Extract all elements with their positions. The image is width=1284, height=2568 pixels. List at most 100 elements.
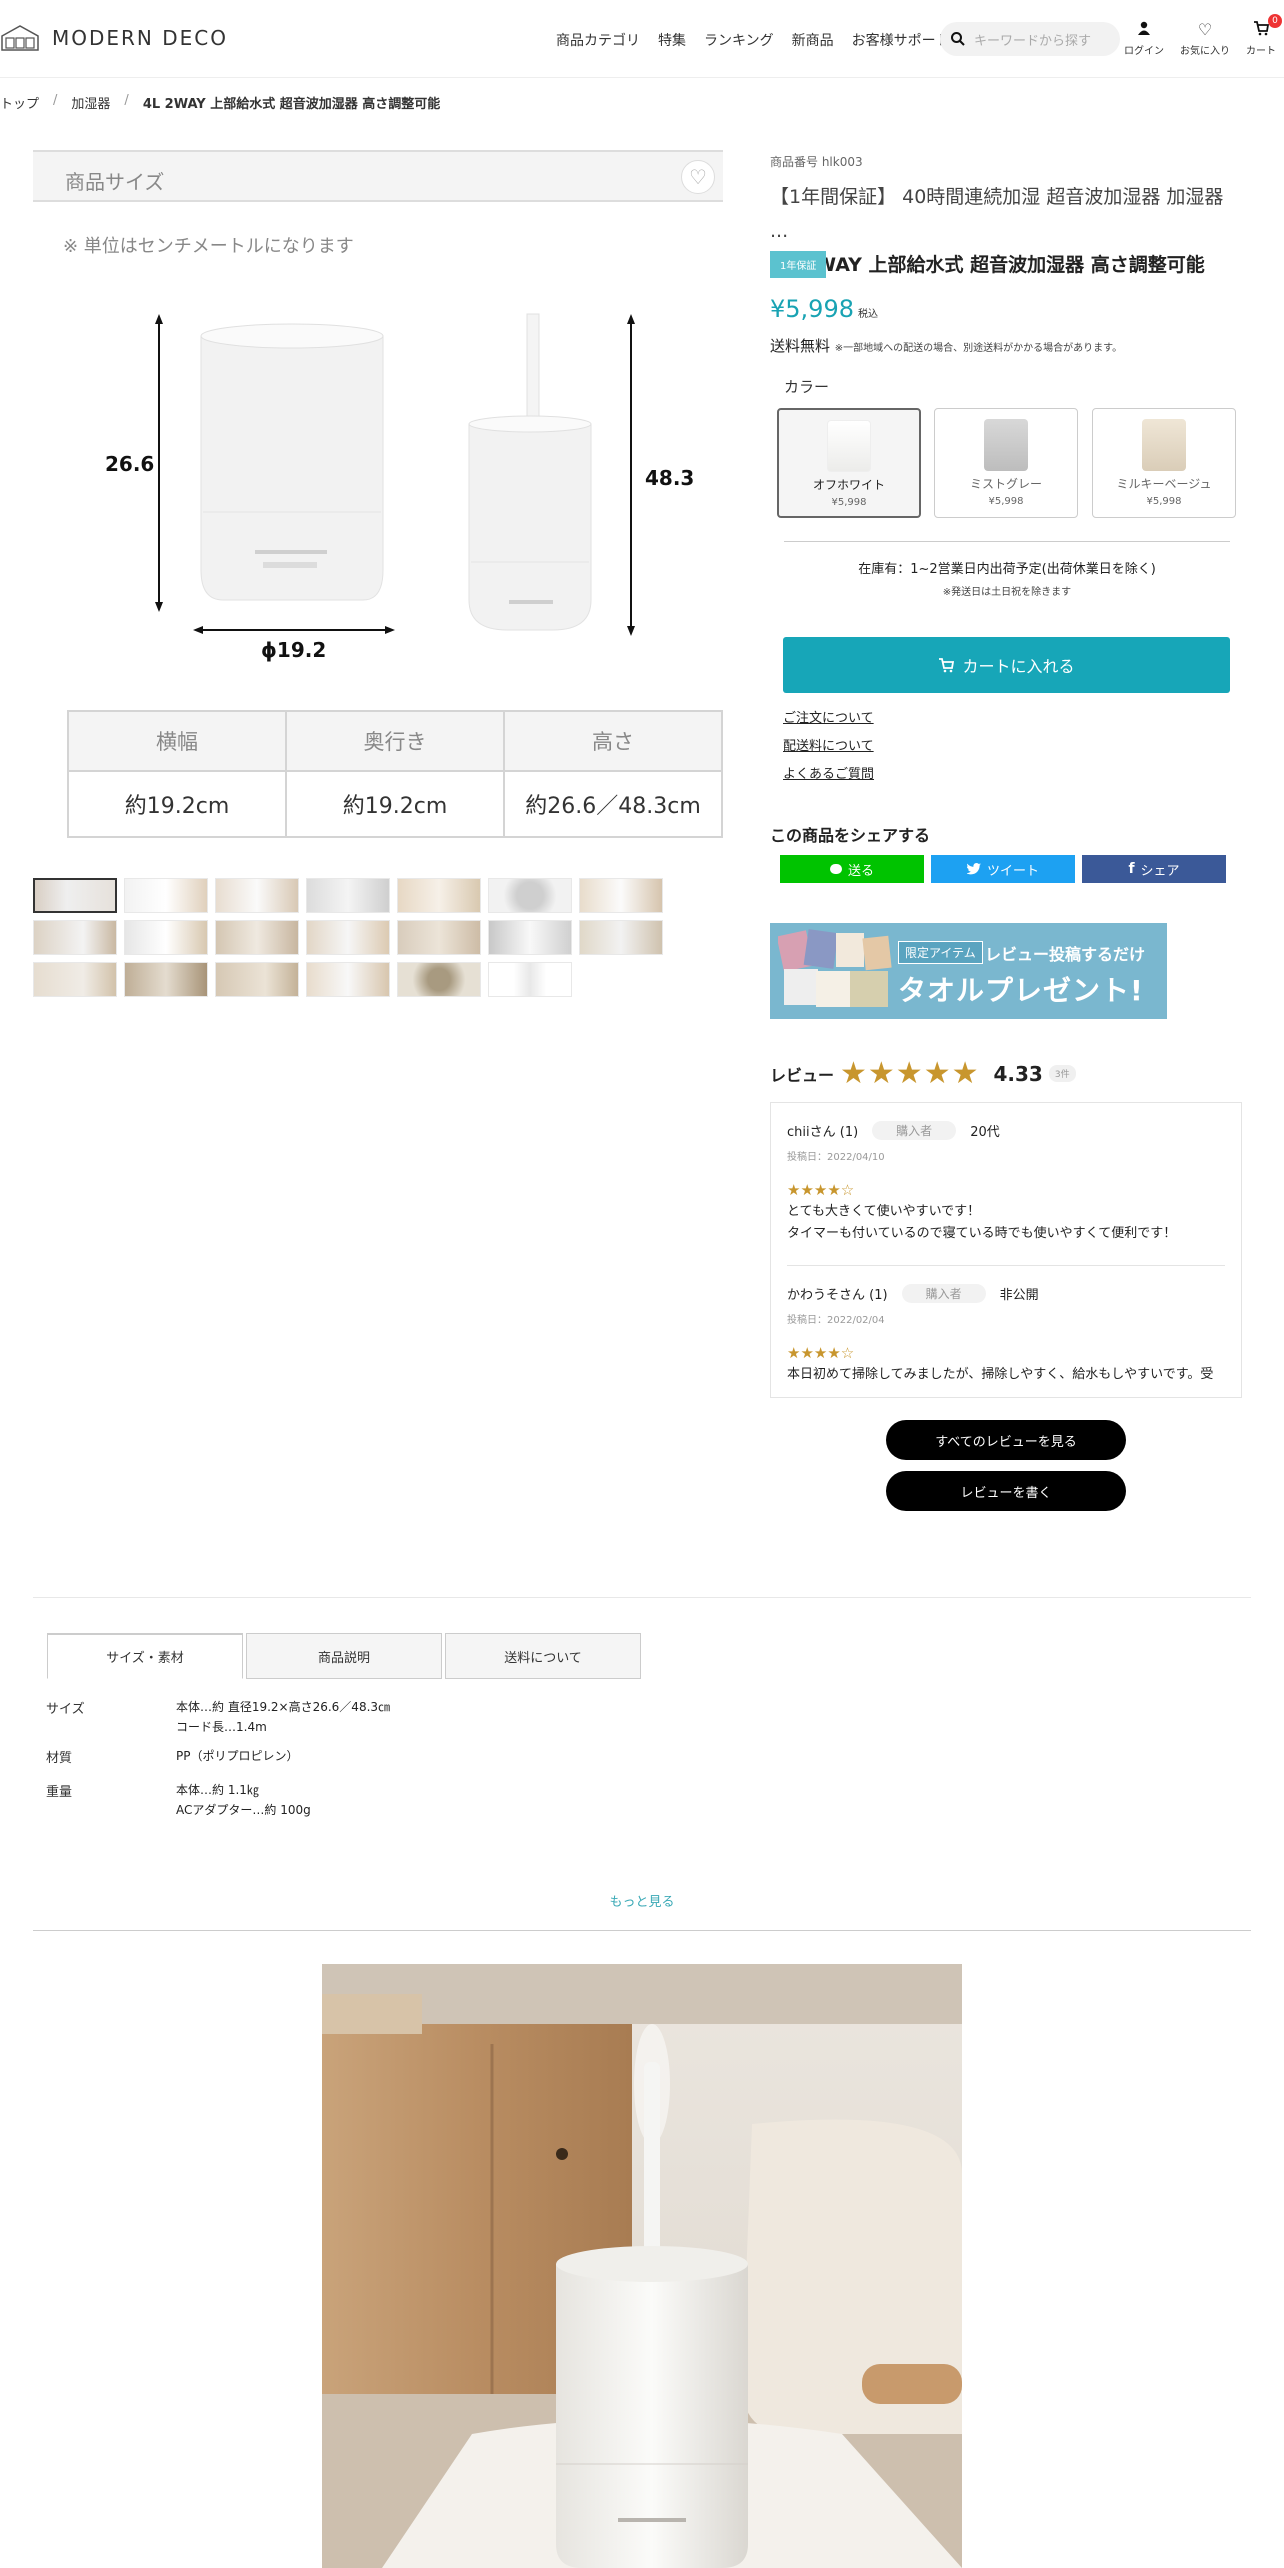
product-title-line1: 【1年間保証】 40時間連続加湿 超音波加湿器 加湿器 ...: [770, 186, 1224, 242]
spec-line: PP（ポリプロピレン）: [176, 1749, 299, 1763]
color-option-offwhite[interactable]: オフホワイト ¥5,998: [777, 408, 921, 518]
house-logo-icon: [1, 25, 39, 51]
buyer-badge: 購入者: [872, 1121, 957, 1140]
review-label: レビュー: [770, 1065, 835, 1085]
product-title-line2: 4L 2WAY 上部給水式 超音波加湿器 高さ調整可能: [770, 254, 1205, 276]
spec-value-weight: 本体…約 1.1㎏ ACアダプター…約 100g: [176, 1780, 311, 1820]
main-nav: 商品カテゴリ 特集 ランキング 新商品 お客様サポート: [556, 30, 950, 50]
thumbnail[interactable]: [579, 878, 663, 913]
dim-header-width: 横幅: [67, 710, 287, 772]
favorites-button[interactable]: ♡ お気に入り: [1180, 20, 1230, 57]
shipping-fee-link[interactable]: 配送料について: [783, 735, 874, 754]
divider: [33, 1930, 1251, 1931]
breadcrumb-separator: /: [124, 93, 129, 108]
thumbnail[interactable]: [488, 878, 572, 913]
favorite-heart-icon[interactable]: ♡: [681, 160, 715, 194]
tab-description[interactable]: 商品説明: [246, 1633, 442, 1679]
color-price: ¥5,998: [831, 497, 867, 508]
facebook-share-label: シェア: [1140, 863, 1180, 879]
review-item: かわうそさん (1) 購入者 非公開 投稿日：2022/02/04 ★★★★☆ …: [787, 1284, 1225, 1386]
cart-count-badge: 0: [1268, 14, 1282, 28]
color-swatch-image: [984, 419, 1028, 471]
thumbnail[interactable]: [33, 878, 117, 913]
spec-line: コード長…1.4m: [176, 1720, 267, 1734]
all-reviews-button[interactable]: すべてのレビューを見る: [886, 1420, 1126, 1460]
cart-icon: 0: [1236, 14, 1284, 42]
spec-value-size: 本体…約 直径19.2×高さ26.6／48.3㎝ コード長…1.4m: [176, 1697, 390, 1737]
thumbnail[interactable]: [124, 878, 208, 913]
site-logo[interactable]: MODERN DECO: [0, 24, 228, 52]
review-count: 3件: [1048, 1065, 1076, 1082]
cart-icon: [939, 658, 955, 673]
dim-header-height: 高さ: [503, 710, 723, 772]
thumbnail[interactable]: [397, 878, 481, 913]
login-button[interactable]: ログイン: [1119, 20, 1169, 57]
size-panel-title: 商品サイズ: [65, 170, 165, 194]
dimension-table: 横幅 奥行き 高さ 約19.2cm 約19.2cm 約26.6／48.3cm: [67, 710, 723, 838]
nav-item-support[interactable]: お客様サポート: [852, 30, 950, 50]
color-label: カラー: [784, 378, 830, 396]
facebook-share-button[interactable]: f シェア: [1082, 855, 1226, 883]
reviewer-name: chiiさん (1): [787, 1125, 859, 1140]
color-option-mistgray[interactable]: ミストグレー ¥5,998: [934, 408, 1078, 518]
thumbnail[interactable]: [33, 920, 117, 955]
thumbnail[interactable]: [124, 920, 208, 955]
dim-value-width: 約19.2cm: [67, 770, 287, 838]
thumbnail[interactable]: [215, 962, 299, 997]
write-review-button[interactable]: レビューを書く: [886, 1471, 1126, 1511]
color-swatch-image: [1142, 419, 1186, 471]
thumbnail[interactable]: [579, 920, 663, 955]
thumbnail[interactable]: [306, 920, 390, 955]
thumbnail[interactable]: [397, 920, 481, 955]
thumbnail[interactable]: [488, 962, 572, 997]
tab-size-material[interactable]: サイズ・素材: [47, 1633, 243, 1679]
dim-value-depth: 約19.2cm: [285, 770, 505, 838]
tab-shipping[interactable]: 送料について: [445, 1633, 641, 1679]
nav-item-category[interactable]: 商品カテゴリ: [556, 30, 640, 50]
color-price: ¥5,998: [988, 496, 1024, 507]
thumbnail[interactable]: [215, 878, 299, 913]
breadcrumb-humidifier[interactable]: 加湿器: [71, 93, 110, 112]
nav-item-ranking[interactable]: ランキング: [704, 30, 774, 50]
thumbnail[interactable]: [215, 920, 299, 955]
banner-tag: 限定アイテム: [898, 941, 983, 964]
stock-note: ※発送日は土日祝を除きます: [942, 587, 1072, 598]
size-panel-header: 商品サイズ ♡: [33, 150, 723, 202]
search-input[interactable]: キーワードから探す: [940, 22, 1120, 56]
faq-link[interactable]: よくあるご質問: [783, 763, 874, 782]
review-body: 本日初めて掃除してみましたが、掃除しやすく、給水もしやすいです。受: [787, 1364, 1225, 1386]
rating-score: 4.33: [993, 1061, 1043, 1086]
review-campaign-banner[interactable]: 限定アイテム レビュー投稿するだけ タオルプレゼント!: [770, 923, 1167, 1019]
product-title: 【1年間保証】 40時間連続加湿 超音波加湿器 加湿器 ... 4L 2WAY …: [770, 180, 1240, 282]
color-option-milkybeige[interactable]: ミルキーベージュ ¥5,998: [1092, 408, 1236, 518]
thumbnail[interactable]: [124, 962, 208, 997]
review-body-line: タイマーも付いているので寝ている時でも使いやすくて便利です！: [787, 1226, 1177, 1241]
order-info-link[interactable]: ご注文について: [783, 707, 874, 726]
logo-text: MODERN DECO: [52, 26, 228, 50]
share-heading: この商品をシェアする: [770, 826, 931, 845]
thumbnail[interactable]: [306, 962, 390, 997]
spec-line: 本体…約 直径19.2×高さ26.6／48.3㎝: [176, 1700, 391, 1714]
cart-button[interactable]: 0 カート: [1236, 14, 1284, 57]
thumbnail[interactable]: [397, 962, 481, 997]
breadcrumb-top[interactable]: トップ: [0, 93, 39, 112]
review-item: chiiさん (1) 購入者 20代 投稿日：2022/04/10 ★★★★☆ …: [787, 1121, 1225, 1245]
thumbnail-gallery: [33, 878, 753, 997]
thumbnail[interactable]: [488, 920, 572, 955]
review-list[interactable]: chiiさん (1) 購入者 20代 投稿日：2022/04/10 ★★★★☆ …: [770, 1102, 1242, 1398]
twitter-share-button[interactable]: ツイート: [931, 855, 1075, 883]
buyer-badge: 購入者: [901, 1284, 986, 1303]
search-icon[interactable]: [950, 31, 966, 47]
spec-key-material: 材質: [46, 1751, 73, 1766]
favorites-label: お気に入り: [1180, 46, 1230, 57]
review-stars-icon: ★★★★☆: [787, 1181, 855, 1199]
thumbnail[interactable]: [33, 962, 117, 997]
add-to-cart-button[interactable]: カートに入れる: [783, 637, 1230, 693]
nav-item-new[interactable]: 新商品: [792, 30, 834, 50]
thumbnail[interactable]: [306, 878, 390, 913]
show-more-link[interactable]: もっと見る: [0, 1891, 1284, 1910]
nav-item-feature[interactable]: 特集: [658, 30, 686, 50]
line-share-label: 送る: [847, 863, 874, 879]
line-share-button[interactable]: 送る: [780, 855, 924, 883]
product-main-image[interactable]: 商品サイズ ♡ ※ 単位はセンチメートルになります 26.6 48.3 ϕ19.…: [33, 150, 723, 840]
